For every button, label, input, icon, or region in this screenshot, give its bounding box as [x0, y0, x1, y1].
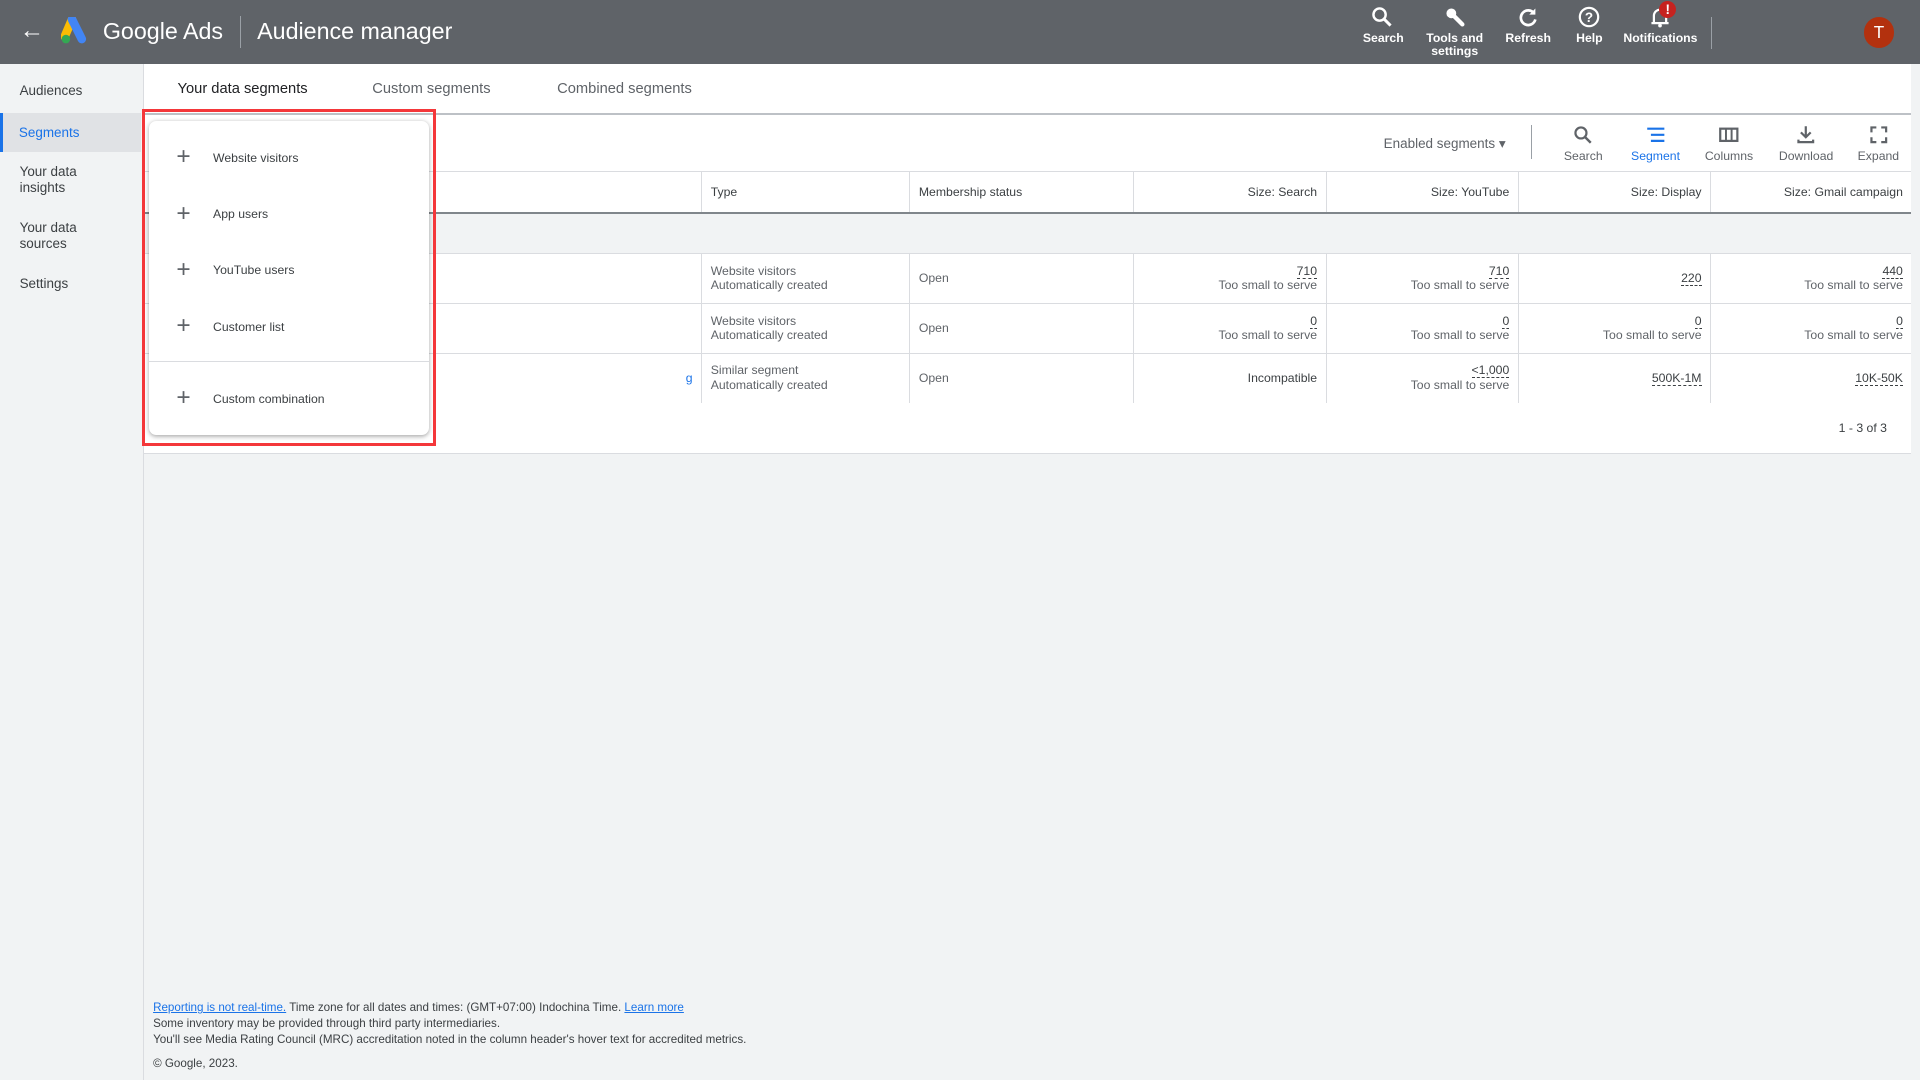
app: ← Google Ads Audience manager Search Too… [0, 0, 1920, 1080]
notification-badge: ! [1659, 1, 1677, 19]
download-button[interactable]: Download [1776, 125, 1837, 163]
sidebar: Audiences Segments Your data insights Yo… [0, 63, 145, 1080]
column-header-size-search[interactable]: Size: Search [1133, 171, 1327, 214]
help-icon: ? [1579, 6, 1600, 28]
copyright: © Google, 2023. [153, 1056, 238, 1070]
google-ads-logo [61, 17, 87, 44]
status-cell: Open [909, 352, 1134, 403]
sidebar-item-audiences[interactable]: Audiences [0, 83, 141, 99]
tool-label: Expand [1857, 149, 1900, 164]
size-gmail-cell: 10K-50K [1710, 352, 1912, 403]
refresh-icon [1519, 8, 1537, 27]
page-title: Audience manager [257, 18, 453, 45]
type-cell: Website visitors Automatically created [701, 302, 910, 354]
tool-label: Segment [1631, 149, 1680, 164]
column-header-type[interactable]: Type [701, 171, 910, 214]
column-header-size-display[interactable]: Size: Display [1517, 171, 1711, 214]
type-cell: Website visitors Automatically created [701, 252, 910, 304]
status-cell: Open [909, 252, 1134, 304]
size-youtube-cell: 710 Too small to serve [1325, 252, 1519, 304]
reporting-link[interactable]: Reporting is not real-time. [153, 1001, 286, 1014]
size-search-cell: 710 Too small to serve [1133, 252, 1327, 304]
brand-name: Google Ads [102, 18, 224, 45]
divider [1710, 17, 1712, 49]
columns-button[interactable]: Columns [1702, 125, 1756, 163]
tab-custom-segments[interactable]: Custom segments [372, 81, 490, 97]
segment-icon [1646, 127, 1665, 142]
type-cell: Similar segment Automatically created [701, 352, 910, 403]
tab-bar: Your data segments Custom segments Combi… [144, 63, 1912, 115]
header-search-button[interactable]: Search [1362, 6, 1404, 45]
divider [1530, 124, 1532, 160]
size-display-cell: 220 [1517, 252, 1711, 304]
sidebar-item-settings[interactable]: Settings [0, 276, 141, 292]
highlight-box [142, 108, 436, 446]
sidebar-item-segments[interactable]: Segments [0, 112, 141, 152]
svg-text:?: ? [1585, 10, 1593, 25]
divider [240, 15, 242, 48]
sidebar-item-your-data-insights[interactable]: Your data insights [0, 164, 86, 196]
search-icon [1372, 7, 1393, 27]
back-arrow-icon[interactable]: ← [20, 17, 44, 45]
size-search-cell: 0 Too small to serve [1133, 302, 1327, 354]
table-search-button[interactable]: Search [1562, 125, 1604, 163]
help-label: Help [1576, 30, 1603, 45]
tab-combined-segments[interactable]: Combined segments [557, 81, 692, 97]
size-search-cell: Incompatible [1133, 352, 1327, 403]
refresh-label: Refresh [1505, 30, 1551, 45]
tools-and-settings-button[interactable]: Tools and settings [1420, 6, 1489, 59]
tool-label: Columns [1704, 149, 1754, 164]
footer: Reporting is not real-time. Time zone fo… [153, 1001, 747, 1070]
top-bar: ← Google Ads Audience manager Search Too… [0, 0, 1920, 64]
refresh-button[interactable]: Refresh [1504, 6, 1553, 45]
size-display-cell: 500K-1M [1517, 352, 1711, 403]
notifications-label: Notifications [1623, 30, 1698, 45]
segment-name-link[interactable]: g [686, 371, 693, 385]
tools-label: Tools and settings [1426, 30, 1484, 59]
tool-label: Download [1778, 149, 1834, 164]
column-header-membership-status[interactable]: Membership status [909, 171, 1134, 214]
avatar[interactable]: T [1863, 17, 1895, 48]
download-icon [1797, 126, 1815, 144]
sidebar-item-your-data-sources[interactable]: Your data sources [0, 220, 86, 252]
size-gmail-cell: 0 Too small to serve [1710, 302, 1912, 354]
search-label: Search [1362, 30, 1404, 45]
size-youtube-cell: <1,000 Too small to serve [1325, 352, 1519, 403]
footer-line: You'll see Media Rating Council (MRC) ac… [153, 1033, 747, 1047]
column-header-size-youtube[interactable]: Size: YouTube [1325, 171, 1519, 214]
dropdown-arrow-icon: ▾ [1498, 135, 1506, 151]
expand-button[interactable]: Expand [1856, 125, 1900, 163]
columns-icon [1719, 127, 1739, 142]
status-cell: Open [909, 302, 1134, 354]
help-button[interactable]: ? Help [1572, 6, 1606, 45]
expand-icon [1869, 126, 1887, 144]
size-youtube-cell: 0 Too small to serve [1325, 302, 1519, 354]
footer-line: Some inventory may be provided through t… [153, 1017, 501, 1031]
search-icon [1574, 126, 1593, 144]
notifications-button[interactable]: ! Notifications [1622, 1, 1698, 45]
learn-more-link[interactable]: Learn more [624, 1001, 683, 1014]
tab-your-data-segments[interactable]: Your data segments [178, 81, 308, 97]
size-gmail-cell: 440 Too small to serve [1710, 252, 1912, 304]
enabled-segments-filter[interactable]: Enabled segments ▾ [1384, 136, 1506, 152]
filter-label: Enabled segments [1383, 135, 1496, 151]
size-display-cell: 0 Too small to serve [1517, 302, 1711, 354]
column-header-size-gmail[interactable]: Size: Gmail campaign [1710, 171, 1912, 214]
pagination: 1 - 3 of 3 [1838, 421, 1887, 436]
tool-label: Search [1563, 149, 1603, 164]
wrench-icon [1446, 8, 1465, 27]
segment-button[interactable]: Segment [1629, 125, 1683, 163]
